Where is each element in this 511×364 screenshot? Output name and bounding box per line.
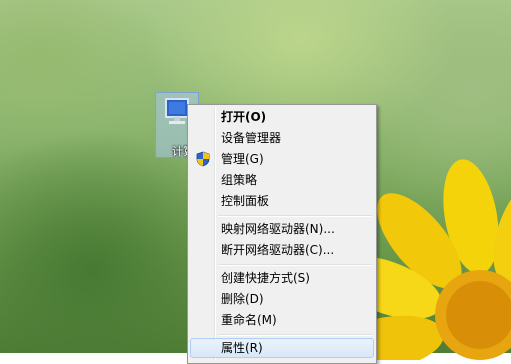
menu-item-control-panel[interactable]: 控制面板: [190, 191, 374, 211]
context-menu: 打开(O) 设备管理器 管理(G) 组策略 控制面板 映射网络驱动器(N)...…: [187, 104, 377, 364]
uac-shield-icon: [196, 151, 210, 167]
menu-item-device-manager[interactable]: 设备管理器: [190, 128, 374, 148]
menu-item-disconnect-network-drive[interactable]: 断开网络驱动器(C)...: [190, 240, 374, 260]
menu-item-label: 重命名(M): [221, 313, 277, 327]
menu-item-create-shortcut[interactable]: 创建快捷方式(S): [190, 268, 374, 288]
menu-item-rename[interactable]: 重命名(M): [190, 310, 374, 330]
menu-separator: [218, 215, 372, 217]
menu-separator: [218, 334, 372, 336]
menu-item-properties[interactable]: 属性(R): [190, 338, 374, 358]
menu-item-label: 断开网络驱动器(C)...: [221, 243, 335, 257]
menu-item-label: 属性(R): [221, 341, 263, 355]
menu-item-label: 设备管理器: [221, 131, 282, 145]
flower-image: [360, 159, 511, 360]
menu-item-map-network-drive[interactable]: 映射网络驱动器(N)...: [190, 219, 374, 239]
menu-item-label: 删除(D): [221, 292, 264, 306]
menu-item-label: 映射网络驱动器(N)...: [221, 222, 335, 236]
menu-item-delete[interactable]: 删除(D): [190, 289, 374, 309]
menu-item-group-policy[interactable]: 组策略: [190, 170, 374, 190]
menu-separator: [218, 264, 372, 266]
menu-item-manage[interactable]: 管理(G): [190, 149, 374, 169]
menu-item-label: 创建快捷方式(S): [221, 271, 310, 285]
menu-item-open[interactable]: 打开(O): [190, 107, 374, 127]
menu-item-label: 打开(O): [221, 110, 267, 124]
menu-item-label: 控制面板: [221, 194, 270, 208]
menu-item-label: 管理(G): [221, 152, 264, 166]
menu-item-label: 组策略: [221, 173, 258, 187]
